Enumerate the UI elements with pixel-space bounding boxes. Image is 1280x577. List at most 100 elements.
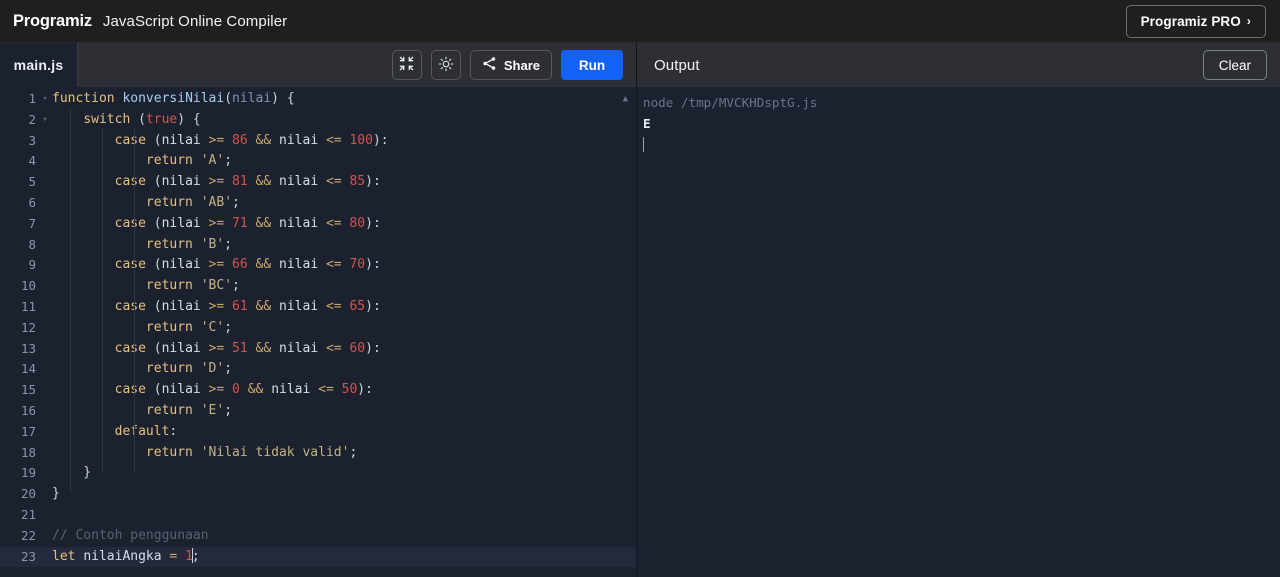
code-line[interactable]: 2 ▾ switch (true) { — [0, 110, 636, 131]
code-token: ): — [357, 382, 373, 398]
code-line[interactable]: 8 return 'B'; — [0, 235, 636, 256]
code-token: 81 — [232, 174, 248, 190]
code-token: = — [161, 548, 186, 564]
code-token: } — [52, 465, 92, 481]
code-token: 80 — [349, 215, 366, 231]
line-number: 14 — [20, 361, 36, 377]
share-button[interactable]: Share — [469, 50, 552, 80]
fold-arrow-icon[interactable]: ▾ — [40, 110, 50, 131]
collapse-button[interactable] — [391, 50, 422, 80]
share-label: Share — [503, 57, 540, 73]
code-line[interactable]: 20} — [0, 484, 636, 505]
code-token: default — [114, 423, 170, 439]
code-line[interactable]: 4 return 'A'; — [0, 151, 636, 172]
code-token: 61 — [232, 298, 248, 314]
code-line[interactable]: 19 } — [0, 463, 636, 484]
code-token: 51 — [232, 340, 248, 356]
clear-button[interactable]: Clear — [1202, 50, 1267, 80]
code-line[interactable]: 5 case (nilai >= 81 && nilai <= 85): — [0, 172, 636, 193]
line-number: 19 — [20, 465, 36, 481]
code-line[interactable]: 12 return 'C'; — [0, 318, 636, 339]
code-token: nilai — [279, 298, 319, 314]
code-token: return — [145, 278, 193, 294]
code-token: nilai — [232, 91, 272, 106]
line-number: 11 — [20, 298, 36, 314]
code-token: : — [169, 423, 178, 439]
output-console[interactable]: node /tmp/MVCKHDsptG.js E — [637, 87, 1280, 577]
code-text: case (nilai >= 66 && nilai <= 70): — [50, 255, 381, 276]
code-line[interactable]: 10 return 'BC'; — [0, 276, 636, 297]
code-text: return 'D'; — [50, 359, 232, 380]
code-line[interactable]: 9 case (nilai >= 66 && nilai <= 70): — [0, 255, 636, 276]
code-line[interactable]: 23 let nilaiAngka = 1; — [0, 546, 636, 568]
code-line[interactable]: 18 return 'Nilai tidak valid'; — [0, 443, 636, 464]
code-token: case — [114, 298, 146, 314]
code-token: <= — [318, 340, 350, 356]
code-token: 100 — [349, 132, 373, 148]
code-token: <= — [318, 298, 350, 314]
code-token: 70 — [349, 257, 366, 273]
code-token: nilai — [161, 132, 201, 148]
programiz-pro-button[interactable]: Programiz PRO › — [1125, 4, 1266, 38]
code-token: ( — [145, 132, 162, 148]
code-text: case (nilai >= 71 && nilai <= 80): — [50, 214, 381, 235]
run-label: Run — [578, 57, 606, 73]
code-token: ; — [224, 402, 233, 418]
tab-main-js[interactable]: main.js — [0, 43, 78, 87]
code-text: case (nilai >= 0 && nilai <= 50): — [50, 380, 373, 401]
code-text: return 'B'; — [50, 235, 232, 256]
code-token: ( — [145, 215, 162, 231]
code-token: ; — [224, 236, 233, 252]
app-header: Programiz JavaScript Online Compiler Pro… — [0, 0, 1280, 43]
code-token: 'A' — [200, 153, 225, 169]
fold-arrow-icon[interactable]: ▾ — [40, 89, 50, 110]
code-line[interactable]: 6 return 'AB'; — [0, 193, 636, 214]
code-line[interactable]: 15 case (nilai >= 0 && nilai <= 50): — [0, 380, 636, 401]
code-line[interactable]: 3 case (nilai >= 86 && nilai <= 100): — [0, 131, 636, 152]
brand: Programiz JavaScript Online Compiler — [12, 12, 287, 31]
workspace: main.js Share Run ▲ 1 ▾ function konvers… — [0, 43, 1280, 577]
theme-toggle-button[interactable] — [430, 50, 461, 80]
code-text: } — [50, 484, 60, 505]
code-line[interactable]: 1 ▾ function konversiNilai(nilai) { — [0, 89, 636, 110]
run-button[interactable]: Run — [561, 50, 623, 80]
line-number: 15 — [20, 382, 36, 398]
code-token: return — [145, 361, 193, 377]
line-number: 20 — [20, 486, 36, 502]
tab-main-js-label: main.js — [13, 57, 64, 73]
code-line[interactable]: 17 default: — [0, 422, 636, 443]
code-token: let — [52, 548, 76, 564]
programiz-logo[interactable]: Programiz — [12, 12, 92, 31]
code-token: 'B' — [200, 236, 225, 252]
code-line[interactable]: 16 return 'E'; — [0, 401, 636, 422]
code-token: && — [247, 132, 280, 148]
code-line[interactable]: 22 // Contoh penggunaan — [0, 526, 636, 547]
code-text: return 'AB'; — [50, 193, 240, 214]
code-line[interactable]: 11 case (nilai >= 61 && nilai <= 65): — [0, 297, 636, 318]
editor-pane: main.js Share Run ▲ 1 ▾ function konvers… — [0, 43, 636, 577]
line-number: 8 — [28, 236, 36, 252]
code-token: nilai — [161, 215, 201, 231]
code-token: 0 — [232, 382, 240, 398]
code-editor[interactable]: ▲ 1 ▾ function konversiNilai(nilai) {2 ▾ sw… — [0, 87, 636, 577]
code-line[interactable]: 21 — [0, 505, 636, 526]
code-line[interactable]: 13 case (nilai >= 51 && nilai <= 60): — [0, 339, 636, 360]
code-token: case — [114, 174, 146, 190]
code-token: 'D' — [200, 361, 225, 377]
line-number: 5 — [28, 174, 36, 190]
code-line[interactable]: 7 case (nilai >= 71 && nilai <= 80): — [0, 214, 636, 235]
code-line[interactable]: 14 return 'D'; — [0, 359, 636, 380]
code-token: case — [114, 215, 146, 231]
output-title: Output — [654, 56, 700, 74]
code-token: // Contoh penggunaan — [52, 527, 209, 543]
collapse-arrows-icon — [399, 56, 414, 74]
